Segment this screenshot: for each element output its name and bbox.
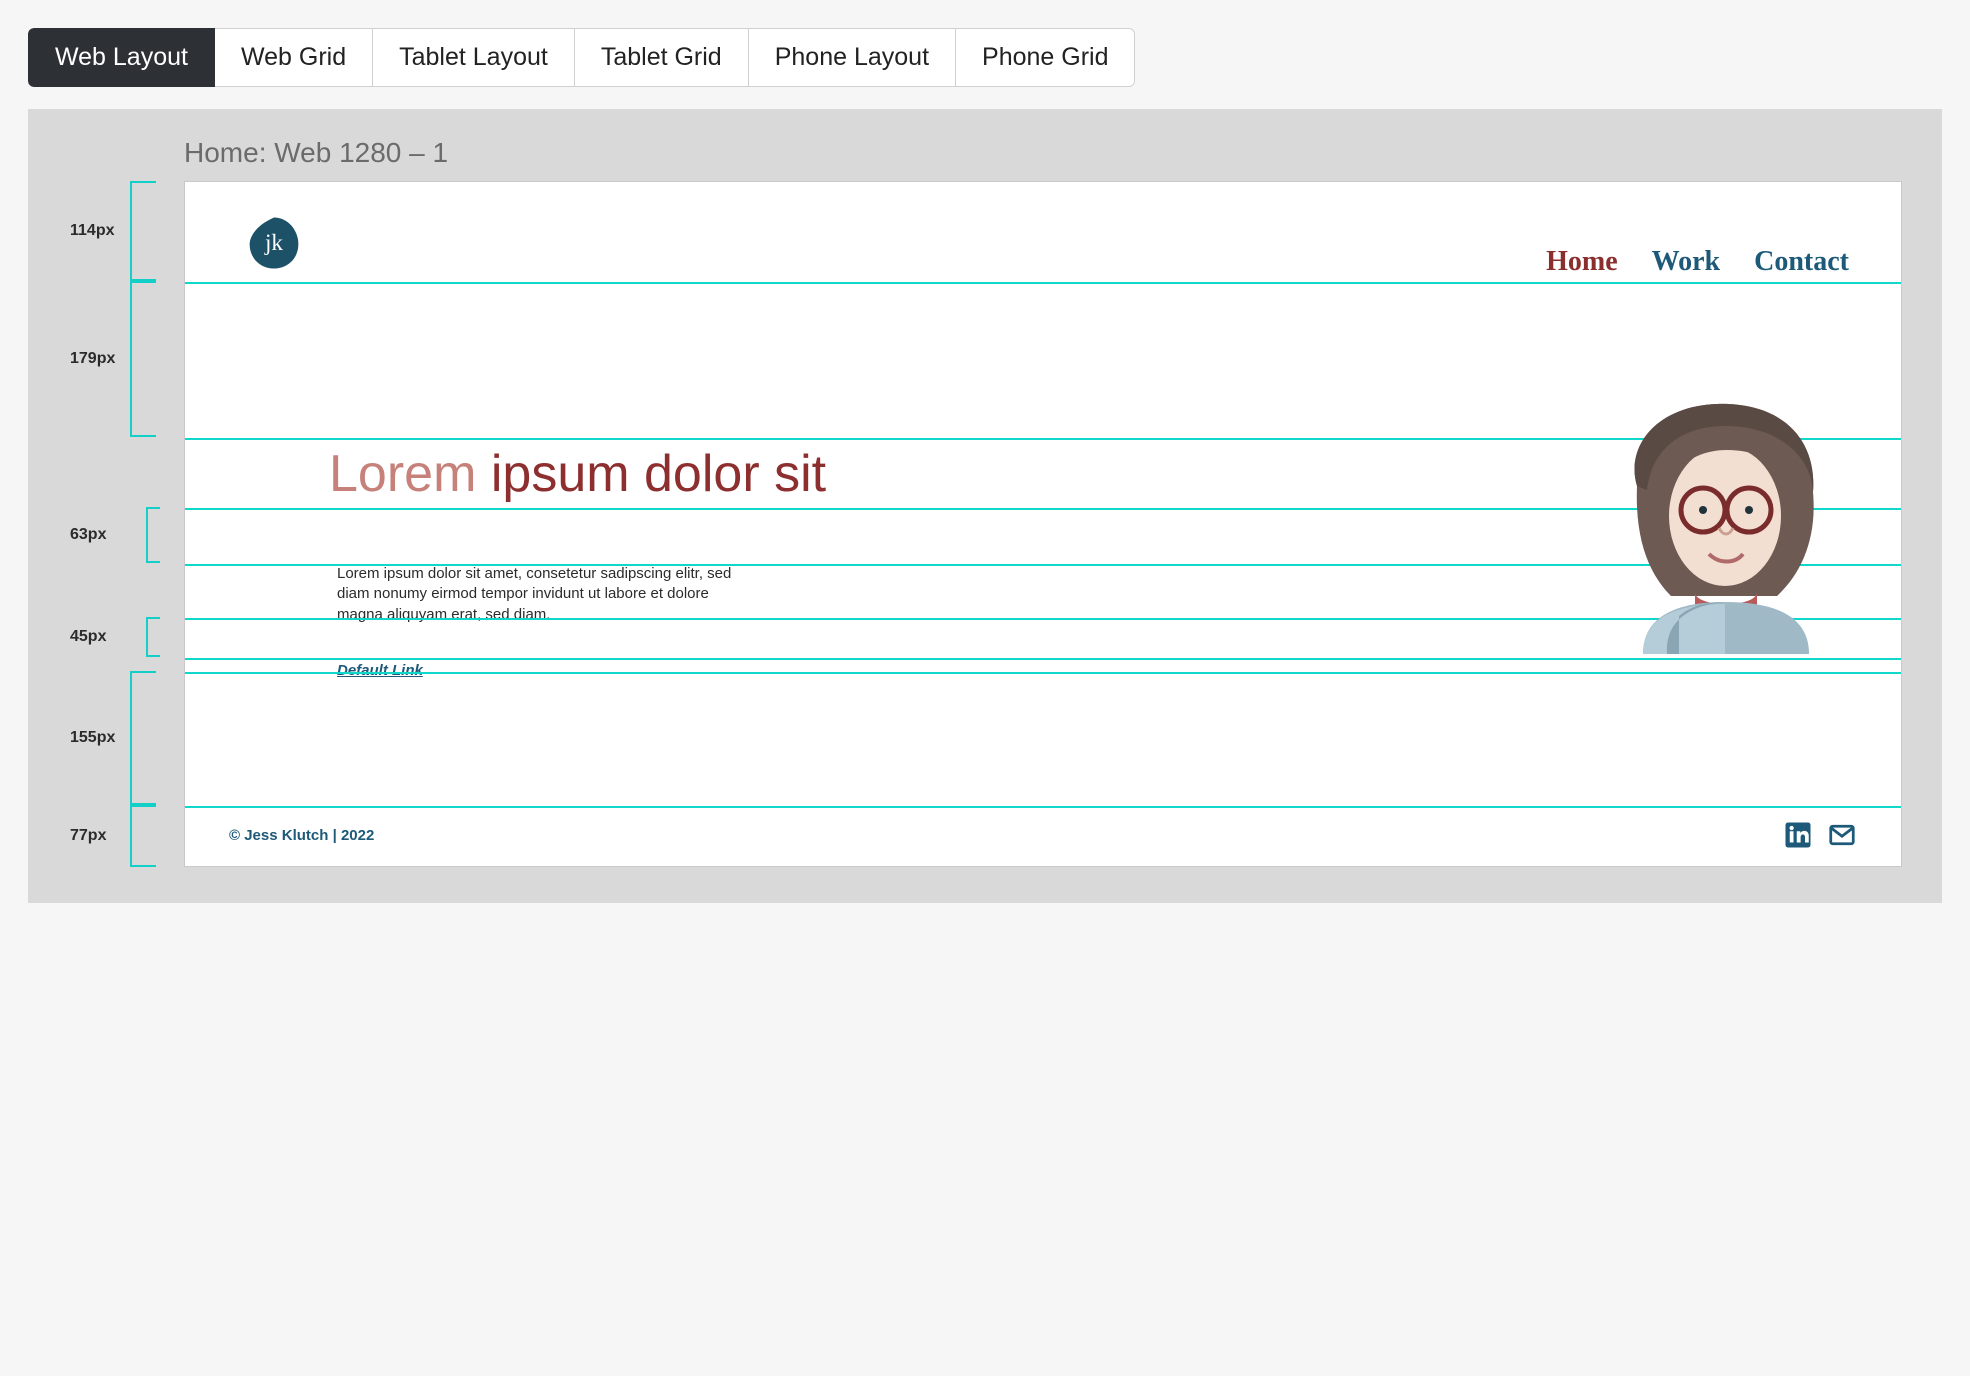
layout-panel: Home: Web 1280 – 1 114px 179px 63px 45px 155… [28,109,1942,903]
site-header: jk Home Work Contact [185,182,1901,282]
measure-bracket [130,805,156,867]
measure-179px: 179px [68,281,184,437]
measure-label: 114px [70,222,114,240]
copyright: © Jess Klutch | 2022 [229,827,374,844]
measure-bracket [146,507,160,563]
tab-phone-layout[interactable]: Phone Layout [749,28,956,87]
portrait-illustration [1607,396,1841,654]
nav-home[interactable]: Home [1546,246,1618,278]
measure-45px: 45px [68,617,184,657]
measure-label: 155px [70,729,115,747]
stage: 114px 179px 63px 45px 155px 77px jk Home Work… [68,181,1902,867]
hero-title-accent: Lorem [329,445,476,503]
measure-bracket [130,671,156,805]
hero-body: Lorem ipsum dolor sit amet, consetetur s… [337,564,737,625]
measure-bracket [130,281,156,437]
primary-nav: Home Work Contact [1546,246,1849,278]
measure-label: 179px [70,350,115,368]
measure-63px: 63px [68,507,184,563]
envelope-icon[interactable] [1827,820,1857,850]
hero-title: Lorem ipsum dolor sit [329,444,826,504]
artboard: jk Home Work Contact Lorem ipsum dolor s… [184,181,1902,867]
social-links [1783,820,1857,850]
measure-114px: 114px [68,181,184,281]
logo-underline-guide [245,282,1225,284]
measure-77px: 77px [68,805,184,867]
tab-tablet-grid[interactable]: Tablet Grid [575,28,749,87]
nav-work[interactable]: Work [1652,246,1720,278]
measure-bracket [130,181,156,281]
tab-phone-grid[interactable]: Phone Grid [956,28,1135,87]
linkedin-icon[interactable] [1783,820,1813,850]
tab-tablet-layout[interactable]: Tablet Layout [373,28,575,87]
nav-contact[interactable]: Contact [1754,246,1849,278]
measure-155px: 155px [68,671,184,805]
svg-text:jk: jk [264,230,283,256]
measurement-gutter: 114px 179px 63px 45px 155px 77px [68,181,184,867]
artboard-title: Home: Web 1280 – 1 [184,137,1902,169]
hero-default-link[interactable]: Default Link [337,662,423,679]
logo-jk[interactable]: jk [245,214,303,272]
tab-web-grid[interactable]: Web Grid [215,28,373,87]
hero-title-rest: ipsum dolor sit [476,445,826,503]
guide-line [185,672,1901,674]
measure-label: 63px [70,526,106,544]
site-footer: © Jess Klutch | 2022 [185,804,1901,866]
measure-label: 45px [70,628,106,646]
tab-web-layout[interactable]: Web Layout [28,28,215,87]
measure-label: 77px [70,827,106,845]
view-tabs: Web Layout Web Grid Tablet Layout Tablet… [28,28,1135,87]
measure-bracket [146,617,160,657]
guide-line [185,658,1901,660]
